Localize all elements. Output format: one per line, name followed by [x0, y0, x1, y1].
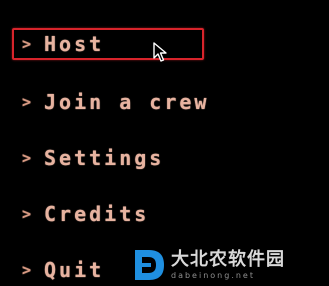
- menu-item-join-a-crew[interactable]: > Join a crew: [12, 86, 209, 118]
- chevron-right-icon: >: [22, 205, 32, 223]
- mouse-pointer-icon: [153, 42, 167, 62]
- menu-item-credits[interactable]: > Credits: [12, 198, 149, 230]
- chevron-right-icon: >: [22, 261, 32, 279]
- chevron-right-icon: >: [22, 149, 32, 167]
- chevron-right-icon: >: [22, 35, 32, 53]
- menu-item-label: Join a crew: [44, 90, 210, 114]
- menu-item-label: Settings: [44, 146, 165, 170]
- menu-item-quit[interactable]: > Quit: [12, 254, 104, 286]
- menu-item-label: Host: [44, 32, 105, 56]
- menu-item-host[interactable]: > Host: [12, 28, 204, 60]
- menu-item-label: Credits: [44, 202, 150, 226]
- menu-item-settings[interactable]: > Settings: [12, 142, 164, 174]
- menu-item-label: Quit: [44, 258, 105, 282]
- chevron-right-icon: >: [22, 93, 32, 111]
